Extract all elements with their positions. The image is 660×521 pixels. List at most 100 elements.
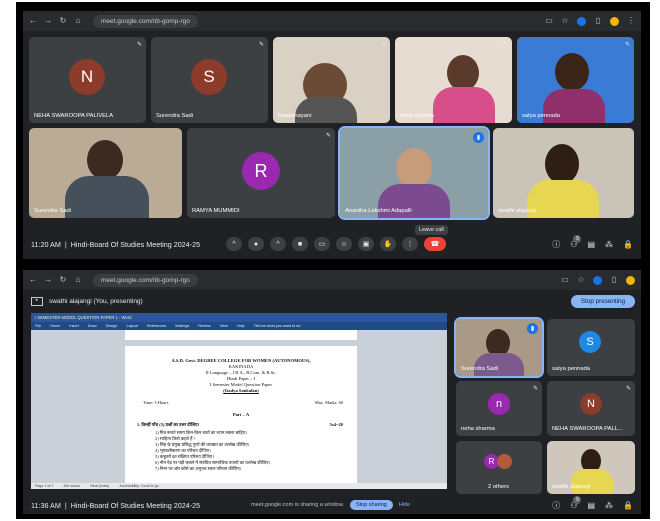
profile-avatar[interactable] bbox=[610, 16, 619, 26]
participant-tile[interactable]: S satya pennada bbox=[547, 319, 635, 376]
participant-count-badge: 9 bbox=[573, 495, 582, 504]
participant-tile[interactable]: ✎ neha sharma bbox=[395, 37, 512, 123]
meeting-controls: 11:36 AM | Hindi-Board Of Studies Meetin… bbox=[23, 495, 641, 514]
participant-tile[interactable]: swathi alajangi bbox=[547, 441, 635, 494]
word-status-bar: Page 1 of 2 440 words Hindi (India) Acce… bbox=[31, 483, 447, 489]
address-bar[interactable]: meet.google.com/rib-gomp-rgo bbox=[93, 14, 198, 28]
participant-tile[interactable]: ▮ Surendra Sadi bbox=[454, 317, 544, 378]
participant-video bbox=[555, 53, 589, 91]
pin-icon[interactable]: ✎ bbox=[326, 132, 331, 139]
ribbon-item[interactable]: Draw bbox=[88, 324, 97, 328]
shared-screen: I SEMESTER MODEL QUESTION PAPER 1 - Word… bbox=[31, 313, 447, 489]
ribbon-item[interactable]: Mailings bbox=[175, 324, 189, 328]
ribbon-item[interactable]: Review bbox=[198, 324, 210, 328]
activities-icon[interactable]: ⁂ bbox=[605, 501, 613, 510]
ribbon-item[interactable]: Home bbox=[50, 324, 60, 328]
hide-button[interactable]: Hide bbox=[399, 502, 410, 508]
sidepanel-icon[interactable]: ▯ bbox=[594, 17, 602, 25]
leave-call-tooltip: Leave call bbox=[415, 225, 448, 235]
participant-tile[interactable]: ✎ satya pennada bbox=[517, 37, 634, 123]
pin-icon[interactable]: ✎ bbox=[625, 41, 630, 48]
ribbon-item[interactable]: Layout bbox=[126, 324, 137, 328]
participant-tile[interactable]: R ✎ RAMYA MUMMIDI bbox=[187, 128, 335, 218]
pin-icon[interactable]: ✎ bbox=[259, 41, 264, 48]
star-icon[interactable]: ☆ bbox=[577, 276, 585, 284]
more-icon[interactable]: ⋮ bbox=[402, 237, 418, 251]
star-icon[interactable]: ☆ bbox=[561, 17, 569, 25]
ribbon-item[interactable]: Insert bbox=[69, 324, 79, 328]
leave-call-button[interactable]: ☎ bbox=[424, 237, 446, 251]
arrow-left-icon[interactable]: ← bbox=[29, 17, 37, 25]
participant-tile[interactable]: R 2 others bbox=[456, 441, 542, 494]
document-page-previous bbox=[125, 330, 357, 340]
participant-tile[interactable]: ▮ Anantha Lakshmi Adapalli bbox=[338, 126, 490, 220]
captions-icon[interactable]: ▭ bbox=[314, 237, 330, 251]
extension-icon[interactable] bbox=[577, 16, 586, 26]
cast-icon[interactable]: ▭ bbox=[561, 276, 569, 284]
lock-icon[interactable]: 🔒 bbox=[623, 240, 633, 249]
pin-icon[interactable]: ✎ bbox=[137, 41, 142, 48]
participant-video bbox=[87, 140, 123, 180]
camera-icon[interactable]: ■ bbox=[292, 237, 308, 251]
stop-presenting-button[interactable]: Stop presenting bbox=[570, 295, 635, 308]
browser-toolbar: ← → ↻ ⌂ meet.google.com/rib-gomp-rgo ▭ ☆… bbox=[23, 11, 641, 31]
pin-icon[interactable]: ✎ bbox=[503, 41, 508, 48]
participant-tile[interactable]: S ✎ Surendra Sadi bbox=[151, 37, 268, 123]
participant-name: satya pennada bbox=[552, 366, 591, 372]
info-icon[interactable]: ⓘ bbox=[552, 500, 560, 511]
hand-icon[interactable]: ✋ bbox=[380, 237, 396, 251]
cast-icon[interactable]: ▭ bbox=[545, 17, 553, 25]
arrow-right-icon[interactable]: → bbox=[44, 17, 52, 25]
mic-icon[interactable]: ● bbox=[248, 237, 264, 251]
ribbon-item[interactable]: View bbox=[220, 324, 228, 328]
ribbon-search[interactable]: Tell me what you want to do bbox=[254, 324, 301, 328]
profile-avatar[interactable] bbox=[626, 275, 635, 285]
participant-tile[interactable]: swathi alajangi bbox=[493, 128, 634, 218]
participant-video bbox=[545, 144, 579, 184]
arrow-right-icon[interactable]: → bbox=[44, 276, 52, 284]
ribbon-item[interactable]: File bbox=[35, 324, 41, 328]
participant-tile[interactable]: N ✎ NEHA SWAROOPA PALL... bbox=[547, 381, 635, 436]
arrow-left-icon[interactable]: ← bbox=[29, 276, 37, 284]
ribbon-item[interactable]: Help bbox=[237, 324, 245, 328]
pin-icon[interactable]: ✎ bbox=[626, 385, 631, 392]
ribbon-item[interactable]: Design bbox=[106, 324, 118, 328]
menu-icon[interactable]: ⋮ bbox=[627, 17, 635, 25]
participant-video bbox=[65, 176, 149, 218]
extension-icon[interactable] bbox=[593, 275, 602, 285]
ribbon-item[interactable]: References bbox=[147, 324, 166, 328]
participant-tile[interactable]: Surendra Sadi bbox=[29, 128, 182, 218]
participant-video bbox=[527, 180, 599, 218]
address-bar[interactable]: meet.google.com/rib-gomp-rgo bbox=[93, 273, 198, 287]
participant-video bbox=[474, 353, 524, 376]
chat-icon[interactable]: ▤ bbox=[587, 240, 595, 249]
reload-icon[interactable]: ↻ bbox=[59, 17, 67, 25]
chevron-up-icon[interactable]: ^ bbox=[270, 237, 286, 251]
others-label[interactable]: 2 others bbox=[488, 484, 509, 490]
people-icon[interactable]: ⚇ 9 bbox=[570, 234, 582, 249]
lock-icon[interactable]: 🔒 bbox=[623, 501, 633, 510]
meet-window-top: ← → ↻ ⌂ meet.google.com/rib-gomp-rgo ▭ ☆… bbox=[23, 11, 641, 259]
participant-tile[interactable]: n ✎ neha sharma bbox=[456, 381, 542, 436]
meet-window-bottom: ← → ↻ ⌂ meet.google.com/rib-gomp-rgo ▭ ☆… bbox=[23, 270, 641, 514]
avatar: N bbox=[69, 59, 105, 95]
pin-icon[interactable]: ✎ bbox=[533, 385, 538, 392]
time-label: Time: 3 Hours bbox=[143, 400, 169, 405]
activities-icon[interactable]: ⁂ bbox=[605, 240, 613, 249]
status-item: Page 1 of 2 bbox=[35, 484, 54, 488]
participant-tile[interactable]: N ✎ NEHA SWAROOPA PALIVELA bbox=[29, 37, 146, 123]
chevron-up-icon[interactable]: ^ bbox=[226, 237, 242, 251]
participant-tile[interactable]: ✎ Daakshayani bbox=[273, 37, 390, 123]
participant-video bbox=[396, 148, 432, 188]
chat-icon[interactable]: ▤ bbox=[587, 501, 595, 510]
people-icon[interactable]: ⚇ 9 bbox=[570, 495, 582, 510]
home-icon[interactable]: ⌂ bbox=[74, 17, 82, 25]
sidepanel-icon[interactable]: ▯ bbox=[610, 276, 618, 284]
stop-sharing-button[interactable]: Stop sharing bbox=[349, 500, 393, 510]
pin-icon[interactable]: ✎ bbox=[381, 41, 386, 48]
home-icon[interactable]: ⌂ bbox=[74, 276, 82, 284]
reload-icon[interactable]: ↻ bbox=[59, 276, 67, 284]
present-icon[interactable]: ▣ bbox=[358, 237, 374, 251]
emoji-icon[interactable]: ☺ bbox=[336, 237, 352, 251]
info-icon[interactable]: ⓘ bbox=[552, 239, 560, 250]
